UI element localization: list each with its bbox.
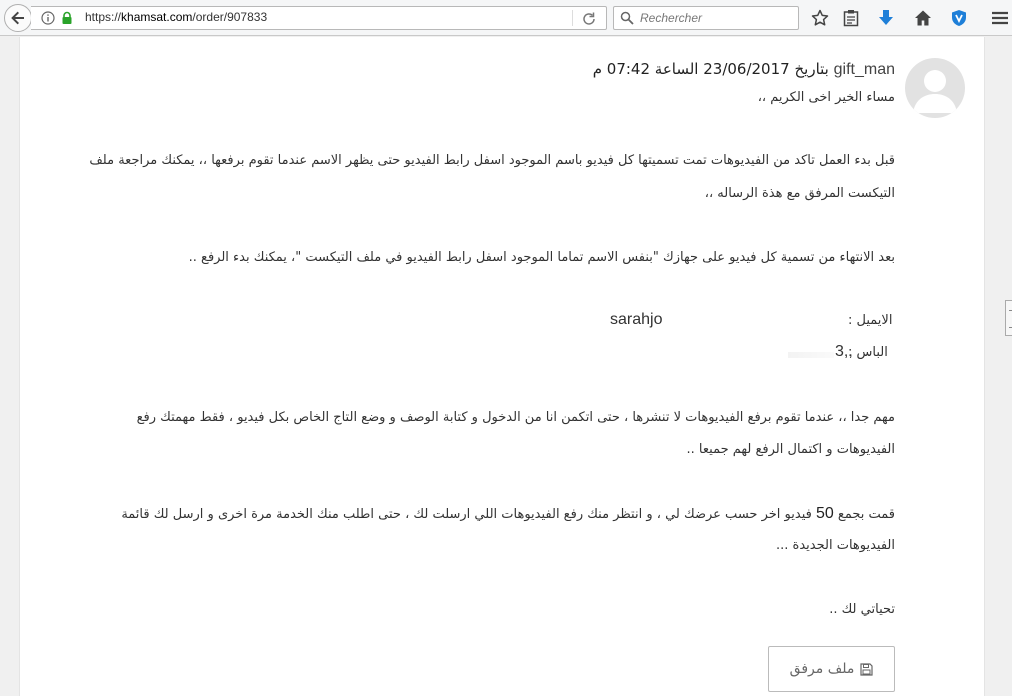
p4-text-after: فيديو اخر حسب عرضك لي ، و انتظر منك رفع … <box>121 507 812 522</box>
email-label: الايميل : <box>848 313 893 328</box>
info-icon[interactable] <box>41 11 55 25</box>
redaction-blur <box>788 352 834 358</box>
url-text[interactable]: https://khamsat.com/order/907833 <box>85 10 267 24</box>
reload-icon[interactable] <box>581 11 597 27</box>
back-button[interactable] <box>4 4 32 32</box>
message-timestamp: بتاريخ 23/06/2017 الساعة 07:42 م <box>592 60 829 78</box>
home-icon <box>915 10 931 26</box>
url-bar[interactable]: https://khamsat.com/order/907833 <box>31 6 607 30</box>
bookmark-star-button[interactable] <box>810 8 830 28</box>
url-path: /order/907833 <box>192 10 268 24</box>
arrow-left-icon <box>11 11 24 25</box>
download-arrow-icon <box>879 10 893 25</box>
hamburger-menu-icon <box>992 11 1008 25</box>
lock-icon[interactable] <box>60 11 74 25</box>
menu-button[interactable] <box>990 8 1010 28</box>
browser-toolbar: https://khamsat.com/order/907833 Recherc… <box>0 0 1012 36</box>
user-avatar-icon <box>913 70 957 113</box>
clipboard-icon <box>843 10 859 27</box>
search-bar[interactable]: Rechercher <box>613 6 799 30</box>
attachment-label: ملف مرفق <box>789 661 855 677</box>
url-domain: khamsat.com <box>121 10 193 24</box>
paragraph-4-line-1: قمت بجمع 50 فيديو اخر حسب عرضك لي ، و ان… <box>121 497 895 532</box>
p4-text-before: قمت بجمع <box>837 507 895 522</box>
downloads-button[interactable] <box>876 8 896 28</box>
url-prefix: https:// <box>85 10 122 24</box>
signoff-text: تحياتي لك .. <box>829 602 895 617</box>
greeting-text: مساء الخير اخى الكريم ،، <box>757 90 895 105</box>
scrollbar-handle[interactable] <box>1005 300 1012 336</box>
username-link[interactable]: gift_man <box>834 61 895 78</box>
reading-list-button[interactable] <box>841 8 861 28</box>
video-count: 50 <box>815 505 834 522</box>
paragraph-3-line-2: الفيديوهات و اكتمال الرفع لهم جميعا .. <box>686 442 895 457</box>
password-value: 3,, <box>835 343 853 360</box>
url-separator <box>572 10 573 26</box>
password-label: الباس : <box>848 345 888 360</box>
paragraph-2: بعد الانتهاء من تسمية كل فيديو على جهازك… <box>188 250 895 265</box>
vpn-extension-button[interactable] <box>949 8 969 28</box>
home-button[interactable] <box>913 8 933 28</box>
paragraph-3-line-1: مهم جدا ،، عندما تقوم برفع الفيديوهات لا… <box>136 410 895 425</box>
attachment-button[interactable]: ملف مرفق <box>768 646 895 692</box>
message-meta: gift_man بتاريخ 23/06/2017 الساعة 07:42 … <box>593 60 895 79</box>
search-placeholder: Rechercher <box>640 11 703 25</box>
shield-icon <box>952 10 966 26</box>
search-icon <box>620 11 634 25</box>
paragraph-4-line-2: الفيديوهات الجديدة ... <box>776 538 895 553</box>
avatar[interactable] <box>905 58 965 118</box>
paragraph-1-line-1: قبل بدء العمل تاكد من الفيديوهات تمت تسم… <box>89 153 895 168</box>
paragraph-1-line-2: التيكست المرفق مع هذة الرساله ،، <box>704 186 895 201</box>
email-value: sarahjo <box>610 311 663 328</box>
star-icon <box>811 9 829 26</box>
floppy-disk-icon <box>860 662 873 676</box>
